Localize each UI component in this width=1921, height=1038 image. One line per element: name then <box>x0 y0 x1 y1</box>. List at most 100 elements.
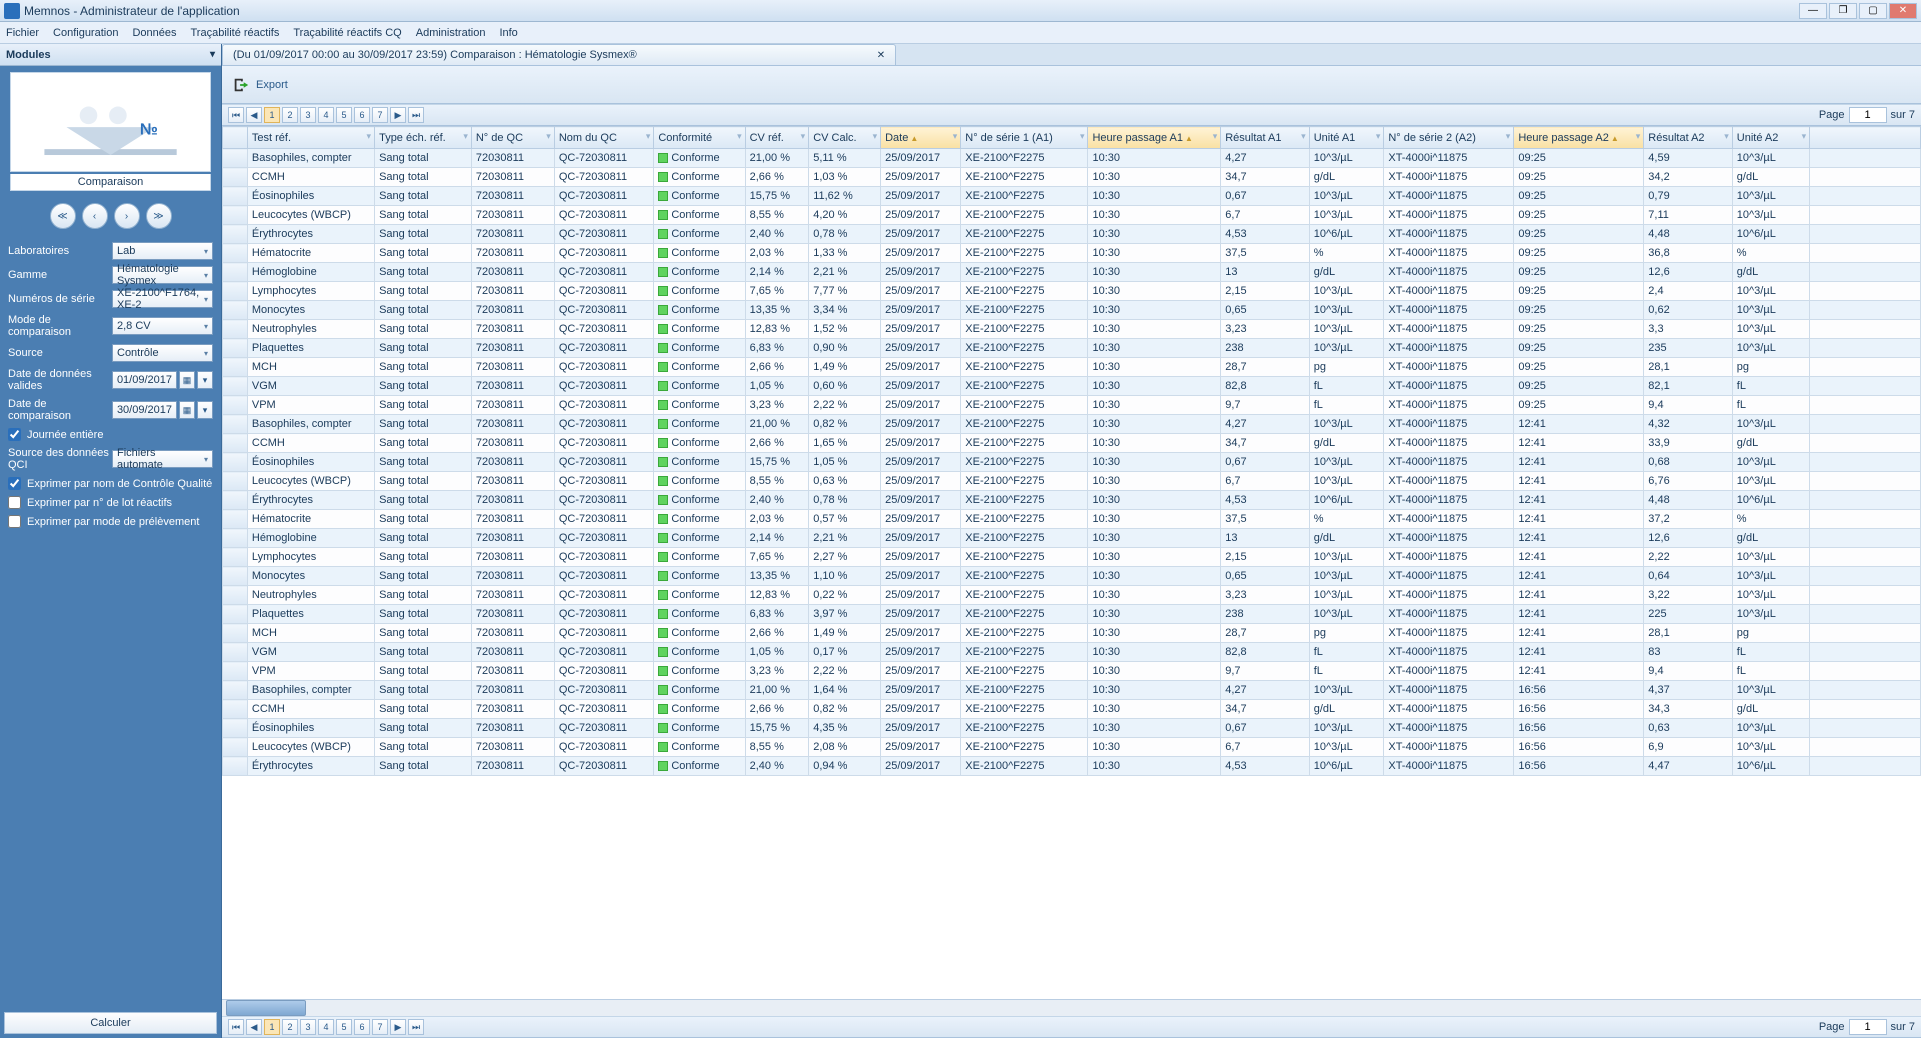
filter-icon[interactable]: ▾ <box>1724 131 1729 142</box>
col-header[interactable]: Heure passage A1▲▾ <box>1088 127 1221 149</box>
table-row[interactable]: MCHSang total72030811QC-72030811Conforme… <box>223 358 1921 377</box>
gamme-select[interactable]: Hématologie Sysmex▾ <box>112 266 213 284</box>
nav-first-button[interactable]: ≪ <box>50 203 76 229</box>
col-header[interactable]: Conformité▾ <box>654 127 745 149</box>
export-icon[interactable] <box>232 76 250 94</box>
filter-icon[interactable]: ▾ <box>873 131 878 142</box>
export-label[interactable]: Export <box>256 79 288 91</box>
col-header[interactable]: N° de série 2 (A2)▾ <box>1384 127 1514 149</box>
chk-lot-reactifs[interactable] <box>8 496 21 509</box>
modules-header[interactable]: Modules ▾ <box>0 44 221 66</box>
dropdown-icon[interactable]: ▾ <box>197 371 213 389</box>
pager-first[interactable]: ⏮ <box>228 107 244 123</box>
menu-administration[interactable]: Administration <box>416 27 486 39</box>
pager-first[interactable]: ⏮ <box>228 1019 244 1035</box>
pager-page-2[interactable]: 2 <box>282 107 298 123</box>
filter-icon[interactable]: ▾ <box>1636 131 1641 142</box>
dropdown-icon[interactable]: ▾ <box>197 401 213 419</box>
pager-next[interactable]: ▶ <box>390 107 406 123</box>
pager-next[interactable]: ▶ <box>390 1019 406 1035</box>
filter-icon[interactable]: ▾ <box>367 131 372 142</box>
table-row[interactable]: ÉosinophilesSang total72030811QC-7203081… <box>223 719 1921 738</box>
nav-next-button[interactable]: › <box>114 203 140 229</box>
table-row[interactable]: MonocytesSang total72030811QC-72030811Co… <box>223 301 1921 320</box>
col-header[interactable]: N° de série 1 (A1)▾ <box>961 127 1088 149</box>
horizontal-scrollbar[interactable] <box>222 999 1921 1016</box>
pager-page-1[interactable]: 1 <box>264 107 280 123</box>
table-row[interactable]: Basophiles, compterSang total72030811QC-… <box>223 415 1921 434</box>
pager-page-2[interactable]: 2 <box>282 1019 298 1035</box>
table-row[interactable]: VPMSang total72030811QC-72030811Conforme… <box>223 396 1921 415</box>
col-header[interactable]: Unité A2▾ <box>1732 127 1809 149</box>
col-header[interactable]: Heure passage A2▲▾ <box>1514 127 1644 149</box>
col-header[interactable] <box>1810 127 1921 149</box>
table-row[interactable]: NeutrophylesSang total72030811QC-7203081… <box>223 586 1921 605</box>
menu-info[interactable]: Info <box>499 27 517 39</box>
table-row[interactable]: VGMSang total72030811QC-72030811Conforme… <box>223 377 1921 396</box>
journee-checkbox[interactable] <box>8 428 21 441</box>
table-row[interactable]: Leucocytes (WBCP)Sang total72030811QC-72… <box>223 206 1921 225</box>
pager-prev[interactable]: ◀ <box>246 1019 262 1035</box>
menu-tra-abilit-r-actifs-cq[interactable]: Traçabilité réactifs CQ <box>293 27 401 39</box>
table-row[interactable]: Basophiles, compterSang total72030811QC-… <box>223 149 1921 168</box>
table-row[interactable]: PlaquettesSang total72030811QC-72030811C… <box>223 339 1921 358</box>
table-row[interactable]: VGMSang total72030811QC-72030811Conforme… <box>223 643 1921 662</box>
chk-nom-cq[interactable] <box>8 477 21 490</box>
col-header[interactable]: CV Calc.▾ <box>809 127 881 149</box>
pager-page-7[interactable]: 7 <box>372 107 388 123</box>
table-row[interactable]: Leucocytes (WBCP)Sang total72030811QC-72… <box>223 472 1921 491</box>
filter-icon[interactable]: ▾ <box>1802 131 1807 142</box>
pager-last[interactable]: ⏭ <box>408 1019 424 1035</box>
numeros-select[interactable]: XE-2100^F1764, XE-2▾ <box>112 290 213 308</box>
filter-icon[interactable]: ▾ <box>646 131 651 142</box>
chk-mode-prelevement[interactable] <box>8 515 21 528</box>
nav-last-button[interactable]: ≫ <box>146 203 172 229</box>
table-row[interactable]: ÉosinophilesSang total72030811QC-7203081… <box>223 453 1921 472</box>
table-row[interactable]: CCMHSang total72030811QC-72030811Conform… <box>223 434 1921 453</box>
filter-icon[interactable]: ▾ <box>1376 131 1381 142</box>
table-row[interactable]: LymphocytesSang total72030811QC-72030811… <box>223 548 1921 567</box>
datecomp-input[interactable]: 30/09/2017 <box>112 401 177 419</box>
pager-page-input[interactable] <box>1849 107 1887 123</box>
table-row[interactable]: HématocriteSang total72030811QC-72030811… <box>223 510 1921 529</box>
table-row[interactable]: LymphocytesSang total72030811QC-72030811… <box>223 282 1921 301</box>
col-header[interactable]: Résultat A1▾ <box>1221 127 1309 149</box>
lab-select[interactable]: Lab▾ <box>112 242 213 260</box>
col-header[interactable]: Nom du QC▾ <box>554 127 654 149</box>
pager-page-5[interactable]: 5 <box>336 107 352 123</box>
table-row[interactable]: MCHSang total72030811QC-72030811Conforme… <box>223 624 1921 643</box>
table-row[interactable]: HémoglobineSang total72030811QC-72030811… <box>223 263 1921 282</box>
pager-page-6[interactable]: 6 <box>354 107 370 123</box>
menu-tra-abilit-r-actifs[interactable]: Traçabilité réactifs <box>191 27 280 39</box>
pager-page-6[interactable]: 6 <box>354 1019 370 1035</box>
menu-fichier[interactable]: Fichier <box>6 27 39 39</box>
table-row[interactable]: VPMSang total72030811QC-72030811Conforme… <box>223 662 1921 681</box>
datevalid-input[interactable]: 01/09/2017 <box>112 371 177 389</box>
filter-icon[interactable]: ▾ <box>801 131 806 142</box>
nav-prev-button[interactable]: ‹ <box>82 203 108 229</box>
filter-icon[interactable]: ▾ <box>953 131 958 142</box>
col-header[interactable]: N° de QC▾ <box>471 127 554 149</box>
col-header[interactable]: CV réf.▾ <box>745 127 809 149</box>
table-row[interactable]: Basophiles, compterSang total72030811QC-… <box>223 681 1921 700</box>
minimize-button[interactable]: — <box>1799 3 1827 19</box>
table-row[interactable]: PlaquettesSang total72030811QC-72030811C… <box>223 605 1921 624</box>
filter-icon[interactable]: ▾ <box>1301 131 1306 142</box>
table-row[interactable]: ÉosinophilesSang total72030811QC-7203081… <box>223 187 1921 206</box>
table-row[interactable]: Leucocytes (WBCP)Sang total72030811QC-72… <box>223 738 1921 757</box>
filter-icon[interactable]: ▾ <box>1213 131 1218 142</box>
filter-icon[interactable]: ▾ <box>1506 131 1511 142</box>
table-row[interactable]: CCMHSang total72030811QC-72030811Conform… <box>223 168 1921 187</box>
pager-last[interactable]: ⏭ <box>408 107 424 123</box>
table-row[interactable]: MonocytesSang total72030811QC-72030811Co… <box>223 567 1921 586</box>
srcqci-select[interactable]: Fichiers automate▾ <box>112 450 213 468</box>
table-row[interactable]: NeutrophylesSang total72030811QC-7203081… <box>223 320 1921 339</box>
table-row[interactable]: ÉrythrocytesSang total72030811QC-7203081… <box>223 491 1921 510</box>
table-row[interactable]: CCMHSang total72030811QC-72030811Conform… <box>223 700 1921 719</box>
pager-page-3[interactable]: 3 <box>300 1019 316 1035</box>
calendar-icon[interactable]: ▦ <box>179 371 195 389</box>
source-select[interactable]: Contrôle▾ <box>112 344 213 362</box>
col-header[interactable]: Test réf.▾ <box>247 127 374 149</box>
calculer-button[interactable]: Calculer <box>4 1012 217 1034</box>
filter-icon[interactable]: ▾ <box>546 131 551 142</box>
